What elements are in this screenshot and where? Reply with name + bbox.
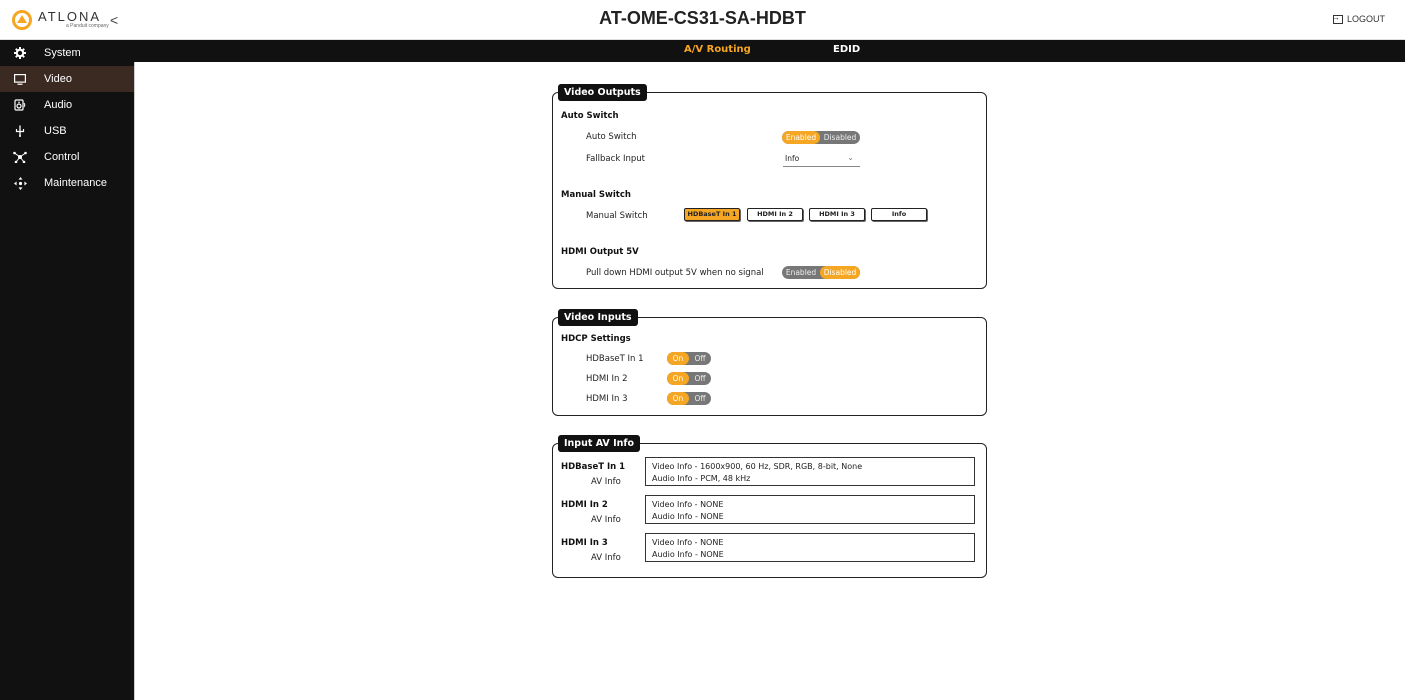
toggle-enabled-option[interactable]: Enabled [782, 131, 820, 144]
sidebar-item-label: Maintenance [44, 177, 107, 189]
video-inputs-panel: Video Inputs HDCP Settings HDBaseT In 1 … [552, 309, 987, 416]
hdcp-input-label: HDBaseT In 1 [586, 354, 644, 364]
av-info-input-name: HDMI In 2 [561, 500, 608, 510]
fallback-input-select[interactable]: Info ⌄ [783, 153, 860, 167]
speaker-icon [13, 98, 27, 112]
panel-title: Video Outputs [558, 84, 647, 101]
toggle-on-option[interactable]: On [667, 392, 689, 405]
chevron-down-icon: ⌄ [847, 153, 854, 162]
logo-subtext: a Panduit company [66, 23, 109, 29]
input-av-info-panel: Input AV Info HDBaseT In 1 AV Info Video… [552, 435, 987, 578]
toggle-off-option[interactable]: Off [689, 352, 711, 365]
tab-bar: A/V Routing EDID [134, 40, 1405, 62]
sidebar-item-usb[interactable]: USB [0, 118, 134, 144]
toggle-off-option[interactable]: Off [689, 392, 711, 405]
toggle-enabled-option[interactable]: Enabled [782, 266, 820, 279]
auto-switch-toggle[interactable]: Enabled Disabled [782, 131, 860, 144]
av-info-sub-label: AV Info [591, 553, 621, 563]
toggle-off-option[interactable]: Off [689, 372, 711, 385]
network-icon [13, 150, 27, 164]
video-outputs-panel: Video Outputs Auto Switch Auto Switch En… [552, 84, 987, 289]
atlona-logo: ATLONA a Panduit company [12, 10, 109, 30]
logout-label: LOGOUT [1346, 14, 1385, 24]
manual-switch-hdbaset-in-1-button[interactable]: HDBaseT In 1 [684, 208, 740, 221]
sidebar-item-control[interactable]: Control [0, 144, 134, 170]
fallback-input-label: Fallback Input [586, 154, 645, 164]
av-info-box: Video Info - NONE Audio Info - NONE [645, 533, 975, 562]
toggle-on-option[interactable]: On [667, 372, 689, 385]
hdmi-output-5v-toggle[interactable]: Enabled Disabled [782, 266, 860, 279]
av-info-box: Video Info - 1600x900, 60 Hz, SDR, RGB, … [645, 457, 975, 486]
hdcp-input-label: HDMI In 2 [586, 374, 628, 384]
sidebar-item-system[interactable]: System [0, 40, 134, 66]
fallback-input-value: Info [785, 154, 800, 163]
atlona-logo-icon [12, 10, 32, 30]
logout-icon [1331, 12, 1343, 24]
sidebar: System Video Audio USB Control Maintenan… [0, 40, 134, 700]
header: ATLONA a Panduit company < AT-OME-CS31-S… [0, 0, 1405, 40]
hdcp-hdbaset-in-1-toggle[interactable]: On Off [667, 352, 711, 365]
hdmi-output-5v-heading: HDMI Output 5V [561, 247, 639, 257]
manual-switch-hdmi-in-2-button[interactable]: HDMI In 2 [747, 208, 803, 221]
sidebar-item-label: USB [44, 125, 67, 137]
logout-button[interactable]: LOGOUT [1331, 12, 1385, 25]
audio-info-text: Audio Info - PCM, 48 kHz [652, 474, 751, 483]
logo-text: ATLONA [38, 9, 102, 24]
gear-icon [13, 46, 27, 60]
video-info-text: Video Info - NONE [652, 538, 724, 547]
manual-switch-heading: Manual Switch [561, 190, 631, 200]
collapse-sidebar-icon[interactable]: < [110, 12, 118, 28]
av-info-input-name: HDBaseT In 1 [561, 462, 626, 472]
usb-icon [13, 124, 27, 138]
auto-switch-label: Auto Switch [586, 132, 637, 142]
hdcp-hdmi-in-2-toggle[interactable]: On Off [667, 372, 711, 385]
arrows-icon [13, 176, 27, 190]
sidebar-item-label: Video [44, 73, 72, 85]
audio-info-text: Audio Info - NONE [652, 550, 724, 559]
hdmi-output-5v-label: Pull down HDMI output 5V when no signal [586, 268, 764, 278]
hdcp-input-label: HDMI In 3 [586, 394, 628, 404]
sidebar-item-label: Control [44, 151, 80, 163]
hdcp-settings-heading: HDCP Settings [561, 334, 631, 344]
sidebar-item-label: System [44, 47, 81, 59]
manual-switch-hdmi-in-3-button[interactable]: HDMI In 3 [809, 208, 865, 221]
tab-edid[interactable]: EDID [833, 44, 860, 55]
av-info-sub-label: AV Info [591, 515, 621, 525]
sidebar-item-audio[interactable]: Audio [0, 92, 134, 118]
tab-av-routing[interactable]: A/V Routing [684, 44, 751, 55]
sidebar-item-label: Audio [44, 99, 73, 111]
manual-switch-info-button[interactable]: Info [871, 208, 927, 221]
manual-switch-label: Manual Switch [586, 211, 648, 221]
av-info-sub-label: AV Info [591, 477, 621, 487]
sidebar-item-video[interactable]: Video [0, 66, 134, 92]
audio-info-text: Audio Info - NONE [652, 512, 724, 521]
monitor-icon [13, 72, 27, 86]
video-info-text: Video Info - 1600x900, 60 Hz, SDR, RGB, … [652, 462, 863, 471]
av-info-input-name: HDMI In 3 [561, 538, 608, 548]
hdcp-hdmi-in-3-toggle[interactable]: On Off [667, 392, 711, 405]
panel-title: Video Inputs [558, 309, 638, 326]
panel-title: Input AV Info [558, 435, 641, 452]
toggle-disabled-option[interactable]: Disabled [820, 266, 860, 279]
av-info-box: Video Info - NONE Audio Info - NONE [645, 495, 975, 524]
auto-switch-heading: Auto Switch [561, 111, 619, 121]
toggle-disabled-option[interactable]: Disabled [820, 131, 860, 144]
main-content: Video Outputs Auto Switch Auto Switch En… [134, 62, 1405, 700]
video-info-text: Video Info - NONE [652, 500, 724, 509]
page-title: AT-OME-CS31-SA-HDBT [599, 8, 806, 28]
toggle-on-option[interactable]: On [667, 352, 689, 365]
sidebar-item-maintenance[interactable]: Maintenance [0, 170, 134, 196]
